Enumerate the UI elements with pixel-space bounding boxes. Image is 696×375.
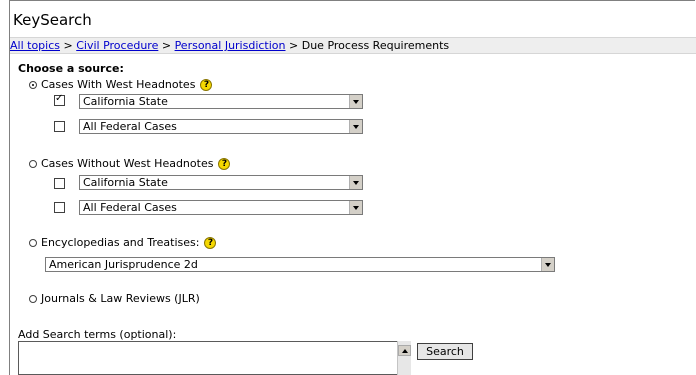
select-without-california[interactable]: California State [79,175,363,190]
dropdown-arrow-icon[interactable] [349,201,362,214]
select-value: All Federal Cases [83,201,177,214]
select-value: California State [83,176,168,189]
dropdown-arrow-icon[interactable] [349,95,362,108]
select-without-federal[interactable]: All Federal Cases [79,200,363,215]
checkbox-headnotes-federal[interactable] [54,121,65,132]
help-icon[interactable]: ? [200,78,213,91]
radio-without[interactable] [29,159,37,168]
source-option-journals[interactable]: Journals & Law Reviews (JLR) [29,292,200,305]
checkbox-headnotes-california[interactable] [54,93,65,106]
search-terms-textarea[interactable] [18,341,398,375]
dropdown-arrow-icon[interactable] [541,258,554,271]
scroll-up-icon[interactable] [398,345,411,356]
source-option-encyclopedias[interactable]: Encyclopedias and Treatises: ? [29,236,217,249]
select-value: California State [83,95,168,108]
radio-journals[interactable] [29,294,37,303]
choose-source-label: Choose a source: [18,62,124,75]
breadcrumb: All topics > Civil Procedure > Personal … [10,37,696,54]
breadcrumb-link-all-topics[interactable]: All topics [10,39,60,52]
radio-headnotes[interactable] [29,80,37,89]
checkbox-without-federal[interactable] [54,202,65,213]
select-headnotes-california[interactable]: California State [79,94,363,109]
source-option-without[interactable]: Cases Without West Headnotes ? [29,157,231,170]
select-value: American Jurisprudence 2d [49,258,198,271]
radio-encyclopedias[interactable] [29,238,37,247]
select-headnotes-federal[interactable]: All Federal Cases [79,119,363,134]
breadcrumb-link-civil-procedure[interactable]: Civil Procedure [76,39,158,52]
breadcrumb-link-personal-jurisdiction[interactable]: Personal Jurisdiction [175,39,286,52]
dropdown-arrow-icon[interactable] [349,176,362,189]
breadcrumb-separator: > [289,39,299,52]
source-option-headnotes[interactable]: Cases With West Headnotes ? [29,78,213,91]
source-label-without: Cases Without West Headnotes [41,157,214,170]
help-icon[interactable]: ? [218,157,231,170]
dropdown-arrow-icon[interactable] [349,120,362,133]
search-button[interactable]: Search [417,343,473,360]
source-label-encyclopedias: Encyclopedias and Treatises: [41,236,200,249]
breadcrumb-current: Due Process Requirements [301,39,450,52]
breadcrumb-separator: > [63,39,73,52]
help-icon[interactable]: ? [204,236,217,249]
source-label-headnotes: Cases With West Headnotes [41,78,196,91]
breadcrumb-separator: > [161,39,172,52]
page-title: KeySearch [13,11,92,29]
search-terms-label: Add Search terms (optional): [18,328,177,341]
select-value: All Federal Cases [83,120,177,133]
checkbox-without-california[interactable] [54,178,65,189]
source-label-journals: Journals & Law Reviews (JLR) [41,292,200,305]
select-encyclopedias[interactable]: American Jurisprudence 2d [45,257,555,272]
textarea-scrollbar[interactable] [397,341,411,375]
